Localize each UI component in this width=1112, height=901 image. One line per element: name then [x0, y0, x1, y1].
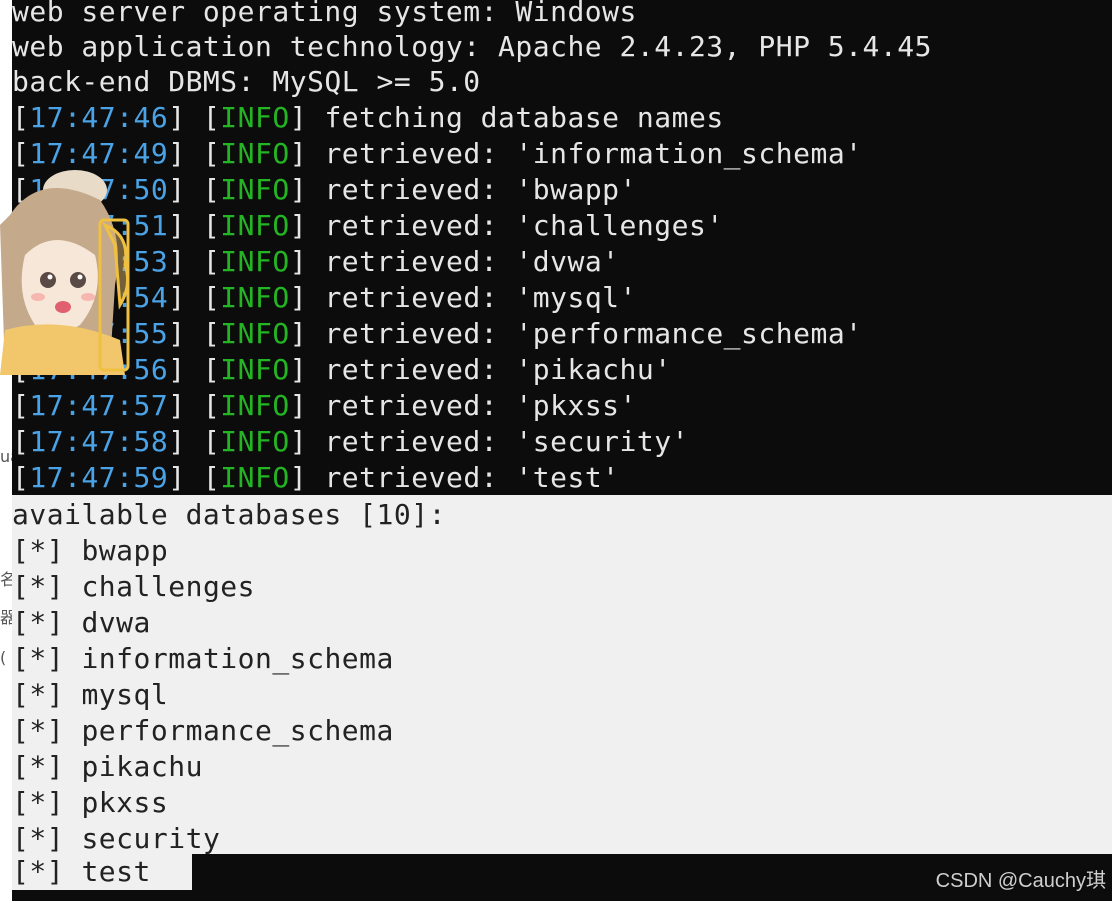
bullet: [*]: [12, 606, 65, 639]
header-line-os: web server operating system: Windows: [12, 0, 637, 28]
database-name: test: [81, 855, 151, 888]
database-name: bwapp: [81, 534, 169, 567]
log-line: [17:47:46] [INFO] fetching database name…: [12, 101, 724, 134]
database-name: pkxss: [81, 786, 169, 819]
edge-glyph: ua: [0, 447, 12, 466]
database-list-item: [*] security: [12, 821, 220, 857]
database-list-item: [*] performance_schema: [12, 713, 394, 749]
database-name: performance_schema: [81, 714, 394, 747]
bullet: [*]: [12, 678, 65, 711]
log-level: INFO: [220, 209, 290, 242]
log-timestamp: 17:47:58: [29, 425, 169, 458]
selected-output-region[interactable]: available databases [10]: [*] bwapp [*] c…: [12, 495, 1112, 857]
log-message: retrieved: 'performance_schema': [324, 317, 863, 350]
header-line-dbms: back-end DBMS: MySQL >= 5.0: [12, 65, 481, 98]
database-list-item: [*] pikachu: [12, 749, 203, 785]
database-list-item: [*] challenges: [12, 569, 255, 605]
log-level: INFO: [220, 317, 290, 350]
database-list-item: [*] information_schema: [12, 641, 394, 677]
log-message: retrieved: 'bwapp': [324, 173, 637, 206]
log-level: INFO: [220, 173, 290, 206]
database-name: information_schema: [81, 642, 394, 675]
database-list-item: [*] dvwa: [12, 605, 151, 641]
database-list-item: [*] mysql: [12, 677, 168, 713]
bullet: [*]: [12, 570, 65, 603]
log-message: retrieved: 'pikachu': [324, 353, 672, 386]
log-level: INFO: [220, 245, 290, 278]
bullet: [*]: [12, 822, 65, 855]
log-line: [17:47:59] [INFO] retrieved: 'test': [12, 461, 620, 494]
log-message: retrieved: 'security': [324, 425, 689, 458]
database-name: pikachu: [81, 750, 203, 783]
bullet: [*]: [12, 855, 65, 888]
anime-girl-sticker-icon: [0, 170, 130, 375]
watermark: CSDN @Cauchy琪: [935, 870, 1106, 892]
log-level: INFO: [220, 137, 290, 170]
edge-glyph: 名: [0, 570, 12, 589]
terminal-window[interactable]: web server operating system: Windows web…: [12, 0, 1112, 901]
log-message: retrieved: 'information_schema': [324, 137, 863, 170]
log-timestamp: 17:47:57: [29, 389, 169, 422]
log-timestamp: 17:47:59: [29, 461, 169, 494]
database-list-item: [*] bwapp: [12, 533, 168, 569]
log-line: [17:47:57] [INFO] retrieved: 'pkxss': [12, 389, 637, 422]
log-message: retrieved: 'dvwa': [324, 245, 620, 278]
database-name: challenges: [81, 570, 256, 603]
log-line: [17:47:49] [INFO] retrieved: 'informatio…: [12, 137, 863, 170]
log-message: retrieved: 'challenges': [324, 209, 724, 242]
log-line: [17:47:58] [INFO] retrieved: 'security': [12, 425, 689, 458]
database-list-item: [*] pkxss: [12, 785, 168, 821]
log-level: INFO: [220, 101, 290, 134]
bullet: [*]: [12, 534, 65, 567]
edge-glyph: (: [0, 648, 7, 667]
header-line-tech: web application technology: Apache 2.4.2…: [12, 30, 932, 63]
database-name: dvwa: [81, 606, 151, 639]
log-line: [17:47:55] [INFO] retrieved: 'performanc…: [12, 316, 863, 352]
edge-glyph: 器: [0, 608, 12, 627]
database-name: mysql: [81, 678, 169, 711]
bullet: [*]: [12, 714, 65, 747]
log-message: retrieved: 'pkxss': [324, 389, 637, 422]
available-databases-header: available databases [10]:: [12, 498, 446, 531]
log-timestamp: 17:47:46: [29, 101, 169, 134]
selected-output-tail[interactable]: [*] test: [12, 854, 192, 890]
log-level: INFO: [220, 353, 290, 386]
database-name: security: [81, 822, 221, 855]
bullet: [*]: [12, 786, 65, 819]
bullet: [*]: [12, 750, 65, 783]
log-level: INFO: [220, 461, 290, 494]
log-message: retrieved: 'mysql': [324, 281, 637, 314]
database-list-item: [*] test: [12, 854, 151, 890]
log-level: INFO: [220, 389, 290, 422]
log-message: retrieved: 'test': [324, 461, 620, 494]
log-level: INFO: [220, 281, 290, 314]
log-level: INFO: [220, 425, 290, 458]
bullet: [*]: [12, 642, 65, 675]
log-message: fetching database names: [324, 101, 724, 134]
